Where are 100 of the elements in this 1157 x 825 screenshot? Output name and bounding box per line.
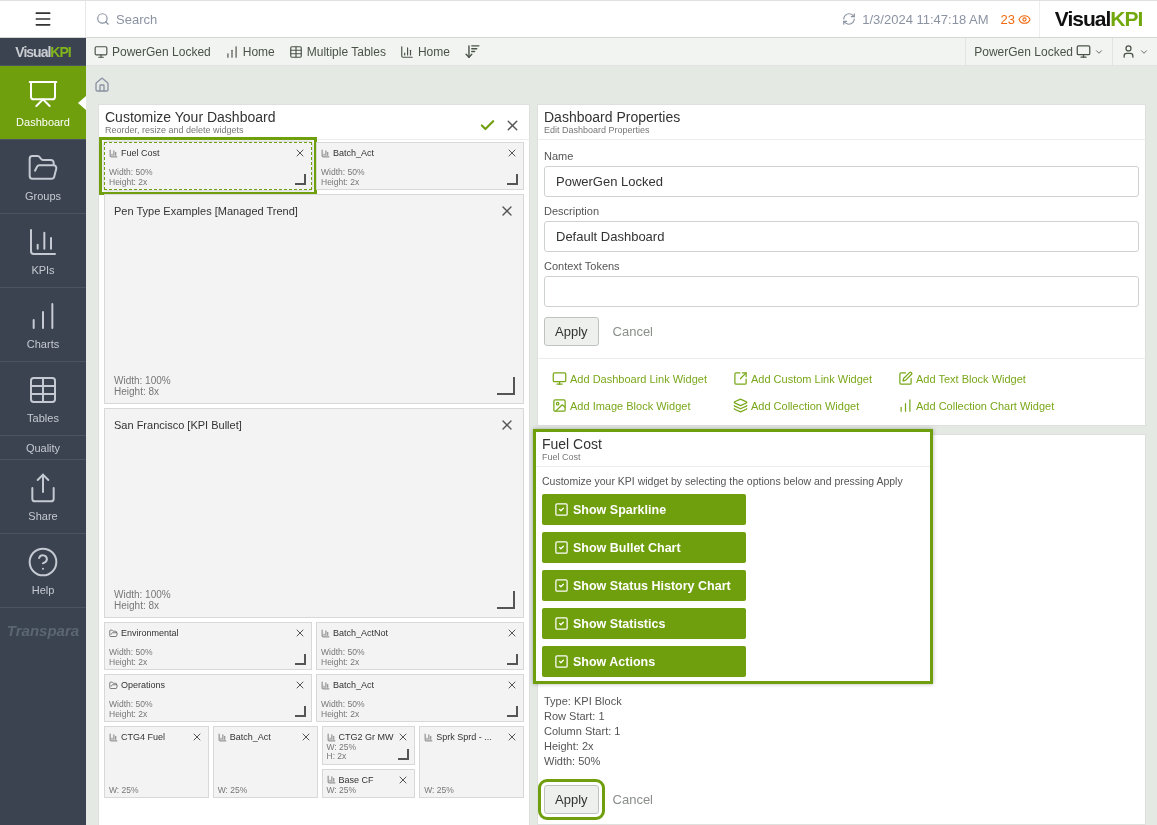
monitor-icon <box>1076 44 1091 59</box>
panel-subtitle: Fuel Cost <box>542 452 582 462</box>
panel-subtitle: Reorder, resize and delete widgets <box>105 125 245 135</box>
sort-icon <box>463 43 481 60</box>
widget-detail: Width: 50% <box>544 754 602 769</box>
widget-tile[interactable]: Batch_ActNot Width: 50% Height: 2x <box>316 622 524 670</box>
sidebar-item[interactable]: Quality <box>0 436 86 460</box>
sidebar-item[interactable]: Share <box>0 460 86 534</box>
widget-title: Base CF <box>338 774 375 785</box>
bar-chart-icon <box>321 628 330 638</box>
edit-icon <box>898 371 914 386</box>
resize-handle[interactable] <box>497 591 515 609</box>
resize-handle[interactable] <box>507 706 518 717</box>
widget-size: Width: 50% Height: 2x <box>321 700 366 719</box>
nav-link[interactable]: Home <box>216 38 281 65</box>
widget-tile[interactable]: Batch_Act Width: 50% Height: 2x <box>316 142 524 190</box>
close-icon[interactable] <box>294 679 306 691</box>
widget-tile[interactable]: Batch_Act Width: 50% Height: 2x <box>316 674 524 722</box>
bar-chart-icon <box>326 732 336 742</box>
widget-title: Sprk Sprd - ... <box>436 732 493 742</box>
sidebar-item[interactable]: Tables <box>0 362 86 436</box>
resize-handle[interactable] <box>295 174 306 185</box>
resize-handle[interactable] <box>398 748 410 760</box>
panel-subtitle: Edit Dashboard Properties <box>544 125 651 135</box>
widget-size: Width: 100% Height: 8x <box>114 375 172 397</box>
nav-link[interactable]: Home <box>391 38 456 65</box>
sidebar-item[interactable]: KPIs <box>0 214 86 288</box>
widget-tile[interactable]: CTG2 Gr MW W: 25% H: 2x <box>321 726 416 765</box>
widget-size: W: 25% <box>109 785 140 796</box>
close-icon[interactable] <box>294 627 306 639</box>
widget-tile[interactable]: Environmental Width: 50% Height: 2x <box>104 622 312 670</box>
widget-title: CTG2 Gr MW <box>338 732 395 742</box>
widget-size: Width: 50% Height: 2x <box>321 168 366 187</box>
checkbox-icon <box>554 502 569 517</box>
widget-size: Width: 50% Height: 2x <box>109 648 154 667</box>
folder-icon <box>109 628 118 638</box>
nav-link[interactable]: Multiple Tables <box>280 38 392 65</box>
sidebar-item[interactable]: Help <box>0 534 86 608</box>
checkbox-icon <box>554 578 569 593</box>
close-icon[interactable] <box>294 147 306 159</box>
close-icon[interactable] <box>506 731 518 743</box>
widget-title: Environmental <box>121 628 180 638</box>
widget-size: W: 25% <box>217 785 249 796</box>
input-field[interactable]: PowerGen Locked <box>544 166 1139 197</box>
widget-tile[interactable]: San Francisco [KPI Bullet] Width: 100% Height: 8x <box>104 408 524 618</box>
logo: VisualKPI <box>15 43 71 60</box>
widget-title: Pen Type Examples [Managed Trend] <box>114 205 299 217</box>
field-label: Description <box>544 205 601 217</box>
close-icon[interactable] <box>506 679 518 691</box>
sidebar-item[interactable]: Groups <box>0 140 86 214</box>
resize-handle[interactable] <box>507 174 518 185</box>
monitor-icon <box>94 44 108 59</box>
panel-hint: Customize your KPI widget by selecting the options below and pressing Apply <box>536 466 930 491</box>
widget-size: Width: 50% Height: 2x <box>321 648 366 667</box>
widget-tile[interactable]: Base CF W: 25% <box>321 768 416 799</box>
widget-title: Operations <box>121 680 167 690</box>
widget-size: Width: 50% Height: 2x <box>109 168 154 187</box>
sidebar-item[interactable]: Charts <box>0 288 86 362</box>
panel-title: Fuel Cost <box>542 436 603 452</box>
close-icon[interactable] <box>506 147 518 159</box>
widget-tile[interactable]: CTG4 Fuel W: 25% <box>104 726 209 799</box>
input-field[interactable]: Default Dashboard <box>544 221 1139 252</box>
input-field[interactable] <box>544 276 1139 307</box>
selection-pointer <box>78 96 86 110</box>
search-icon <box>96 12 110 26</box>
refresh-icon[interactable] <box>842 12 857 26</box>
apply-button[interactable]: Apply <box>544 317 599 346</box>
field-label: Name <box>544 150 575 162</box>
widget-detail: Row Start: 1 <box>544 709 606 724</box>
bar-chart-icon <box>109 732 118 742</box>
eye-icon[interactable] <box>1018 12 1031 26</box>
table-icon <box>288 44 303 59</box>
resize-handle[interactable] <box>295 706 306 717</box>
user-icon <box>1121 44 1136 59</box>
widget-size: W: 25% <box>326 785 358 796</box>
bar-chart-icon <box>321 680 330 690</box>
close-icon[interactable] <box>506 627 518 639</box>
resize-handle[interactable] <box>507 654 518 665</box>
bar-chart-icon <box>109 148 118 158</box>
checkbox-icon <box>554 540 569 555</box>
widget-detail: Column Start: 1 <box>544 724 622 739</box>
field-label: Context Tokens <box>544 260 621 272</box>
resize-handle[interactable] <box>295 654 306 665</box>
widget-size: Width: 100% Height: 8x <box>114 589 172 611</box>
resize-handle[interactable] <box>497 377 515 395</box>
widget-detail: Height: 2x <box>544 739 595 754</box>
layers-icon <box>732 398 748 413</box>
checkbox-icon <box>554 654 569 669</box>
nav-link[interactable]: PowerGen Locked <box>86 38 217 65</box>
widget-title: Batch_ActNot <box>333 628 390 638</box>
widget-detail: Type: KPI Block <box>544 694 623 709</box>
widget-title: Batch_Act <box>333 148 376 158</box>
widget-size: W: 25% <box>424 785 455 796</box>
dashboard-menu[interactable]: PowerGen Locked <box>965 38 1112 65</box>
widget-tile[interactable]: Operations Width: 50% Height: 2x <box>104 674 312 722</box>
widget-tile[interactable]: Batch_Act W: 25% <box>212 726 318 799</box>
widget-tile[interactable]: Sprk Sprd - ... W: 25% <box>419 726 524 799</box>
monitor-icon <box>552 371 567 386</box>
widget-tile[interactable]: Pen Type Examples [Managed Trend] Width: 100% Height: 8x <box>104 194 524 404</box>
help-icon <box>27 545 59 578</box>
